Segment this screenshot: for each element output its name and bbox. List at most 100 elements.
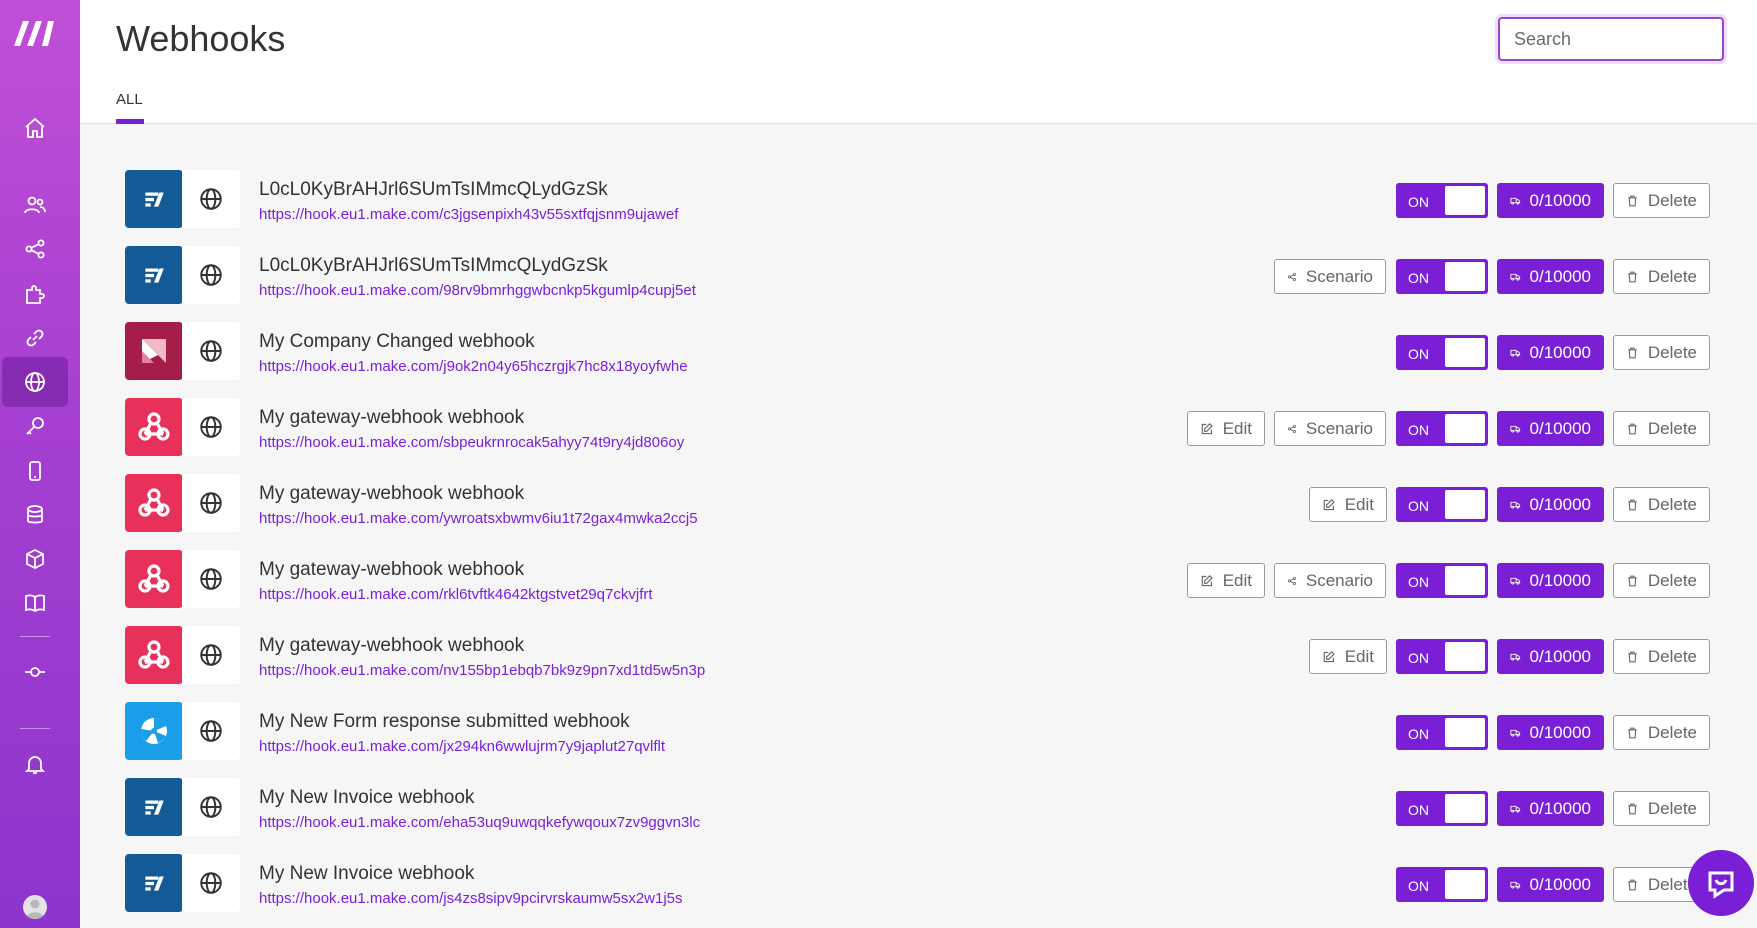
sidebar-item-datastores[interactable] <box>2 490 68 540</box>
operations-button[interactable]: 0/10000 <box>1497 639 1604 674</box>
users-icon <box>24 196 46 214</box>
operations-button[interactable]: 0/10000 <box>1497 259 1604 294</box>
webhook-name[interactable]: My gateway-webhook webhook <box>259 559 524 581</box>
webhook-name[interactable]: My gateway-webhook webhook <box>259 635 524 657</box>
webhook-toggle[interactable]: ON <box>1396 867 1488 902</box>
webhook-name[interactable]: L0cL0KyBrAHJrl6SUmTsIMmcQLydGzSk <box>259 179 608 201</box>
help-chat-button[interactable] <box>1688 850 1754 916</box>
delete-button[interactable]: Delete <box>1613 487 1710 522</box>
webhook-name[interactable]: My gateway-webhook webhook <box>259 407 524 429</box>
delete-button[interactable]: Delete <box>1613 411 1710 446</box>
edit-icon <box>1201 574 1213 586</box>
scenario-button[interactable]: Scenario <box>1274 563 1386 598</box>
operations-button[interactable]: 0/10000 <box>1497 335 1604 370</box>
webhook-toggle[interactable]: ON <box>1396 259 1488 294</box>
search-input[interactable] <box>1498 17 1724 61</box>
operations-button[interactable]: 0/10000 <box>1497 791 1604 826</box>
scenario-button[interactable]: Scenario <box>1274 259 1386 294</box>
webhook-url[interactable]: https://hook.eu1.make.com/jx294kn6wwlujr… <box>259 738 665 755</box>
webhook-toggle[interactable]: ON <box>1396 791 1488 826</box>
sidebar-item-devices[interactable] <box>2 446 68 496</box>
webhook-name[interactable]: My Company Changed webhook <box>259 331 535 353</box>
webhook-toggle[interactable]: ON <box>1396 639 1488 674</box>
sidebar-item-datastructures[interactable] <box>2 534 68 584</box>
trash-icon <box>1628 727 1637 738</box>
webhook-row: My gateway-webhook webhook https://hook.e… <box>124 541 1710 617</box>
delete-button-label: Delete <box>1647 494 1697 514</box>
sidebar-item-version[interactable] <box>2 647 68 697</box>
webhook-url[interactable]: https://hook.eu1.make.com/eha53uq9uwqqke… <box>259 814 700 831</box>
delete-button[interactable]: Delete <box>1613 183 1710 218</box>
sidebar-item-team[interactable] <box>2 180 68 230</box>
share-icon <box>1287 576 1296 585</box>
webhook-url[interactable]: https://hook.eu1.make.com/c3jgsenpixh43v… <box>259 206 678 223</box>
sidebar-item-notifications[interactable] <box>2 739 68 789</box>
toggle-knob <box>1445 566 1485 595</box>
operations-button[interactable]: 0/10000 <box>1497 867 1604 902</box>
webhook-toggle[interactable]: ON <box>1396 335 1488 370</box>
operations-button[interactable]: 0/10000 <box>1497 487 1604 522</box>
webhook-name[interactable]: My New Form response submitted webhook <box>259 711 630 733</box>
edit-button[interactable]: Edit <box>1187 411 1265 446</box>
sidebar-item-docs[interactable] <box>2 578 68 628</box>
operations-label: 0/10000 <box>1529 722 1591 742</box>
operations-button[interactable]: 0/10000 <box>1497 183 1604 218</box>
sidebar-item-templates[interactable] <box>2 269 68 319</box>
webhook-toggle[interactable]: ON <box>1396 183 1488 218</box>
operations-button[interactable]: 0/10000 <box>1497 715 1604 750</box>
delete-button[interactable]: Delete <box>1613 563 1710 598</box>
webhook-url[interactable]: https://hook.eu1.make.com/j9ok2n04y65hcz… <box>259 358 688 375</box>
edit-button[interactable]: Edit <box>1187 563 1265 598</box>
webhook-name[interactable]: L0cL0KyBrAHJrl6SUmTsIMmcQLydGzSk <box>259 255 608 277</box>
operations-label: 0/10000 <box>1529 266 1591 286</box>
bell-icon <box>24 756 46 774</box>
webhook-name[interactable]: My gateway-webhook webhook <box>259 483 524 505</box>
tab-all[interactable]: ALL <box>116 91 143 108</box>
sidebar-item-connections[interactable] <box>2 313 68 363</box>
webhook-row: L0cL0KyBrAHJrl6SUmTsIMmcQLydGzSk https://… <box>124 237 1710 313</box>
webhook-row: My gateway-webhook webhook https://hook.e… <box>124 617 1710 693</box>
webhook-toggle[interactable]: ON <box>1396 411 1488 446</box>
edit-button[interactable]: Edit <box>1309 639 1387 674</box>
delete-button[interactable]: Delete <box>1613 335 1710 370</box>
app-webhook-icon <box>125 474 183 532</box>
scenario-button[interactable]: Scenario <box>1274 411 1386 446</box>
share-icon <box>1287 424 1296 433</box>
operations-button[interactable]: 0/10000 <box>1497 563 1604 598</box>
truck-icon <box>1510 425 1521 433</box>
app-webhook-icon <box>125 626 183 684</box>
puzzle-icon <box>26 285 45 304</box>
avatar[interactable] <box>23 895 47 919</box>
webhook-url[interactable]: https://hook.eu1.make.com/sbpeukrnrocak5… <box>259 434 684 451</box>
delete-button[interactable]: Delete <box>1613 259 1710 294</box>
webhook-url[interactable]: https://hook.eu1.make.com/98rv9bmrhggwbc… <box>259 282 696 299</box>
edit-icon <box>1201 422 1213 434</box>
truck-icon <box>1510 729 1521 737</box>
globe-icon <box>182 474 240 532</box>
webhook-url[interactable]: https://hook.eu1.make.com/ywroatsxbwmv6i… <box>259 510 698 527</box>
webhook-url[interactable]: https://hook.eu1.make.com/js4zs8sipv9pci… <box>259 890 683 907</box>
delete-button[interactable]: Delete <box>1613 791 1710 826</box>
sidebar-item-webhooks[interactable] <box>2 357 68 407</box>
make-logo-icon[interactable] <box>12 18 58 48</box>
operations-button[interactable]: 0/10000 <box>1497 411 1604 446</box>
edit-icon <box>1323 498 1335 510</box>
edit-button[interactable]: Edit <box>1309 487 1387 522</box>
delete-button[interactable]: Delete <box>1613 715 1710 750</box>
app-doc-icon <box>125 854 183 912</box>
delete-button[interactable]: Delete <box>1613 639 1710 674</box>
toggle-label: ON <box>1408 194 1429 210</box>
webhook-url[interactable]: https://hook.eu1.make.com/nv155bp1ebqb7b… <box>259 662 705 679</box>
webhook-toggle[interactable]: ON <box>1396 487 1488 522</box>
sidebar-item-home[interactable] <box>2 103 68 153</box>
webhook-toggle[interactable]: ON <box>1396 715 1488 750</box>
toggle-knob <box>1445 490 1485 519</box>
webhook-url[interactable]: https://hook.eu1.make.com/rkl6tvftk4642k… <box>259 586 653 603</box>
sidebar-item-scenarios[interactable] <box>2 224 68 274</box>
webhook-toggle[interactable]: ON <box>1396 563 1488 598</box>
webhook-name[interactable]: My New Invoice webhook <box>259 787 474 809</box>
sidebar-divider <box>20 728 50 729</box>
sidebar-item-keys[interactable] <box>2 401 68 451</box>
share-icon <box>1287 272 1296 281</box>
webhook-name[interactable]: My New Invoice webhook <box>259 863 474 885</box>
